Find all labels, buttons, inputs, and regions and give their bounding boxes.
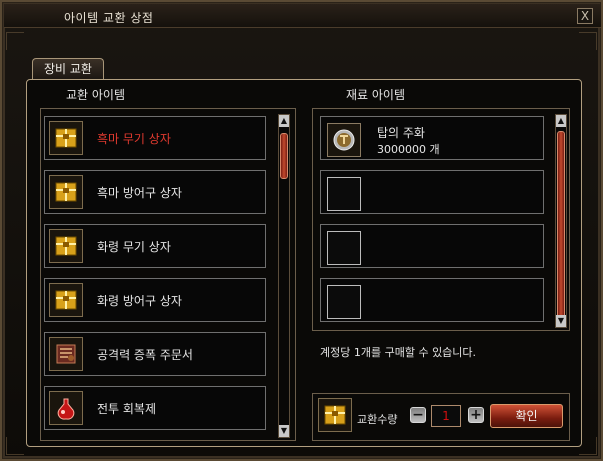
close-icon[interactable]: X bbox=[577, 8, 593, 24]
gold-box-icon bbox=[49, 229, 83, 263]
gold-box-icon bbox=[49, 283, 83, 317]
exchange-list-scrollbar[interactable]: ▲ ▼ bbox=[278, 114, 290, 438]
increase-quantity-button[interactable]: + bbox=[468, 407, 484, 423]
material-quantity: 3000000 개 bbox=[377, 143, 440, 156]
item-label: 화령 방어구 상자 bbox=[97, 294, 182, 308]
gold-box-icon bbox=[318, 398, 352, 432]
gold-box-icon bbox=[49, 121, 83, 155]
scroll-thumb[interactable] bbox=[557, 131, 565, 321]
material-slot-empty[interactable] bbox=[320, 170, 544, 214]
list-item-fire-spirit-armor-box[interactable]: 화령 방어구 상자 bbox=[44, 278, 266, 322]
item-label: 전투 회복제 bbox=[97, 402, 157, 416]
material-list-scrollbar[interactable]: ▲ ▼ bbox=[555, 114, 567, 328]
item-exchange-window: 아이템 교환 상점 X 장비 교환 교환 아이템 재료 아이템 흑마 무기 상자… bbox=[0, 0, 603, 461]
scroll-down-icon[interactable]: ▼ bbox=[279, 425, 289, 437]
material-slot-empty[interactable] bbox=[320, 224, 544, 268]
list-item-attack-boost-scroll[interactable]: 공격력 증폭 주문서 bbox=[44, 332, 266, 376]
purchase-limit-notice: 계정당 1개를 구매할 수 있습니다. bbox=[320, 346, 477, 359]
material-name: 탑의 주화 bbox=[377, 126, 425, 140]
list-item-fire-spirit-weapon-box[interactable]: 화령 무기 상자 bbox=[44, 224, 266, 268]
list-item-battle-recovery-potion[interactable]: 전투 회복제 bbox=[44, 386, 266, 430]
item-label: 화령 무기 상자 bbox=[97, 240, 171, 254]
tower-coin-icon bbox=[327, 123, 361, 157]
window-titlebar: 아이템 교환 상점 X bbox=[4, 4, 601, 28]
scroll-down-icon[interactable]: ▼ bbox=[556, 315, 566, 327]
confirm-button[interactable]: 확인 bbox=[490, 404, 563, 428]
material-slot-tower-coin[interactable]: 탑의 주화 3000000 개 bbox=[320, 116, 544, 160]
item-label: 흑마 무기 상자 bbox=[97, 132, 171, 146]
empty-slot bbox=[327, 177, 361, 211]
list-item-black-horse-weapon-box[interactable]: 흑마 무기 상자 bbox=[44, 116, 266, 160]
material-items-header: 재료 아이템 bbox=[346, 88, 406, 102]
scroll-up-icon[interactable]: ▲ bbox=[279, 115, 289, 127]
gold-box-icon bbox=[49, 175, 83, 209]
empty-slot bbox=[327, 285, 361, 319]
scroll-up-icon[interactable]: ▲ bbox=[556, 115, 566, 127]
material-slot-empty[interactable] bbox=[320, 278, 544, 322]
scroll-icon bbox=[49, 337, 83, 371]
exchange-items-header: 교환 아이템 bbox=[66, 88, 126, 102]
item-label: 공격력 증폭 주문서 bbox=[97, 348, 193, 362]
window-title: 아이템 교환 상점 bbox=[64, 11, 154, 25]
decrease-quantity-button[interactable]: − bbox=[410, 407, 426, 423]
list-item-black-horse-armor-box[interactable]: 흑마 방어구 상자 bbox=[44, 170, 266, 214]
potion-icon bbox=[49, 391, 83, 425]
decorative-corner bbox=[6, 32, 24, 50]
item-label: 흑마 방어구 상자 bbox=[97, 186, 182, 200]
exchange-quantity-input[interactable]: 1 bbox=[431, 405, 461, 427]
exchange-quantity-label: 교환수량 bbox=[357, 413, 398, 426]
decorative-corner bbox=[579, 32, 597, 50]
tab-equipment-exchange[interactable]: 장비 교환 bbox=[32, 58, 104, 80]
scroll-thumb[interactable] bbox=[280, 133, 288, 179]
decorative-corner bbox=[6, 437, 24, 455]
empty-slot bbox=[327, 231, 361, 265]
